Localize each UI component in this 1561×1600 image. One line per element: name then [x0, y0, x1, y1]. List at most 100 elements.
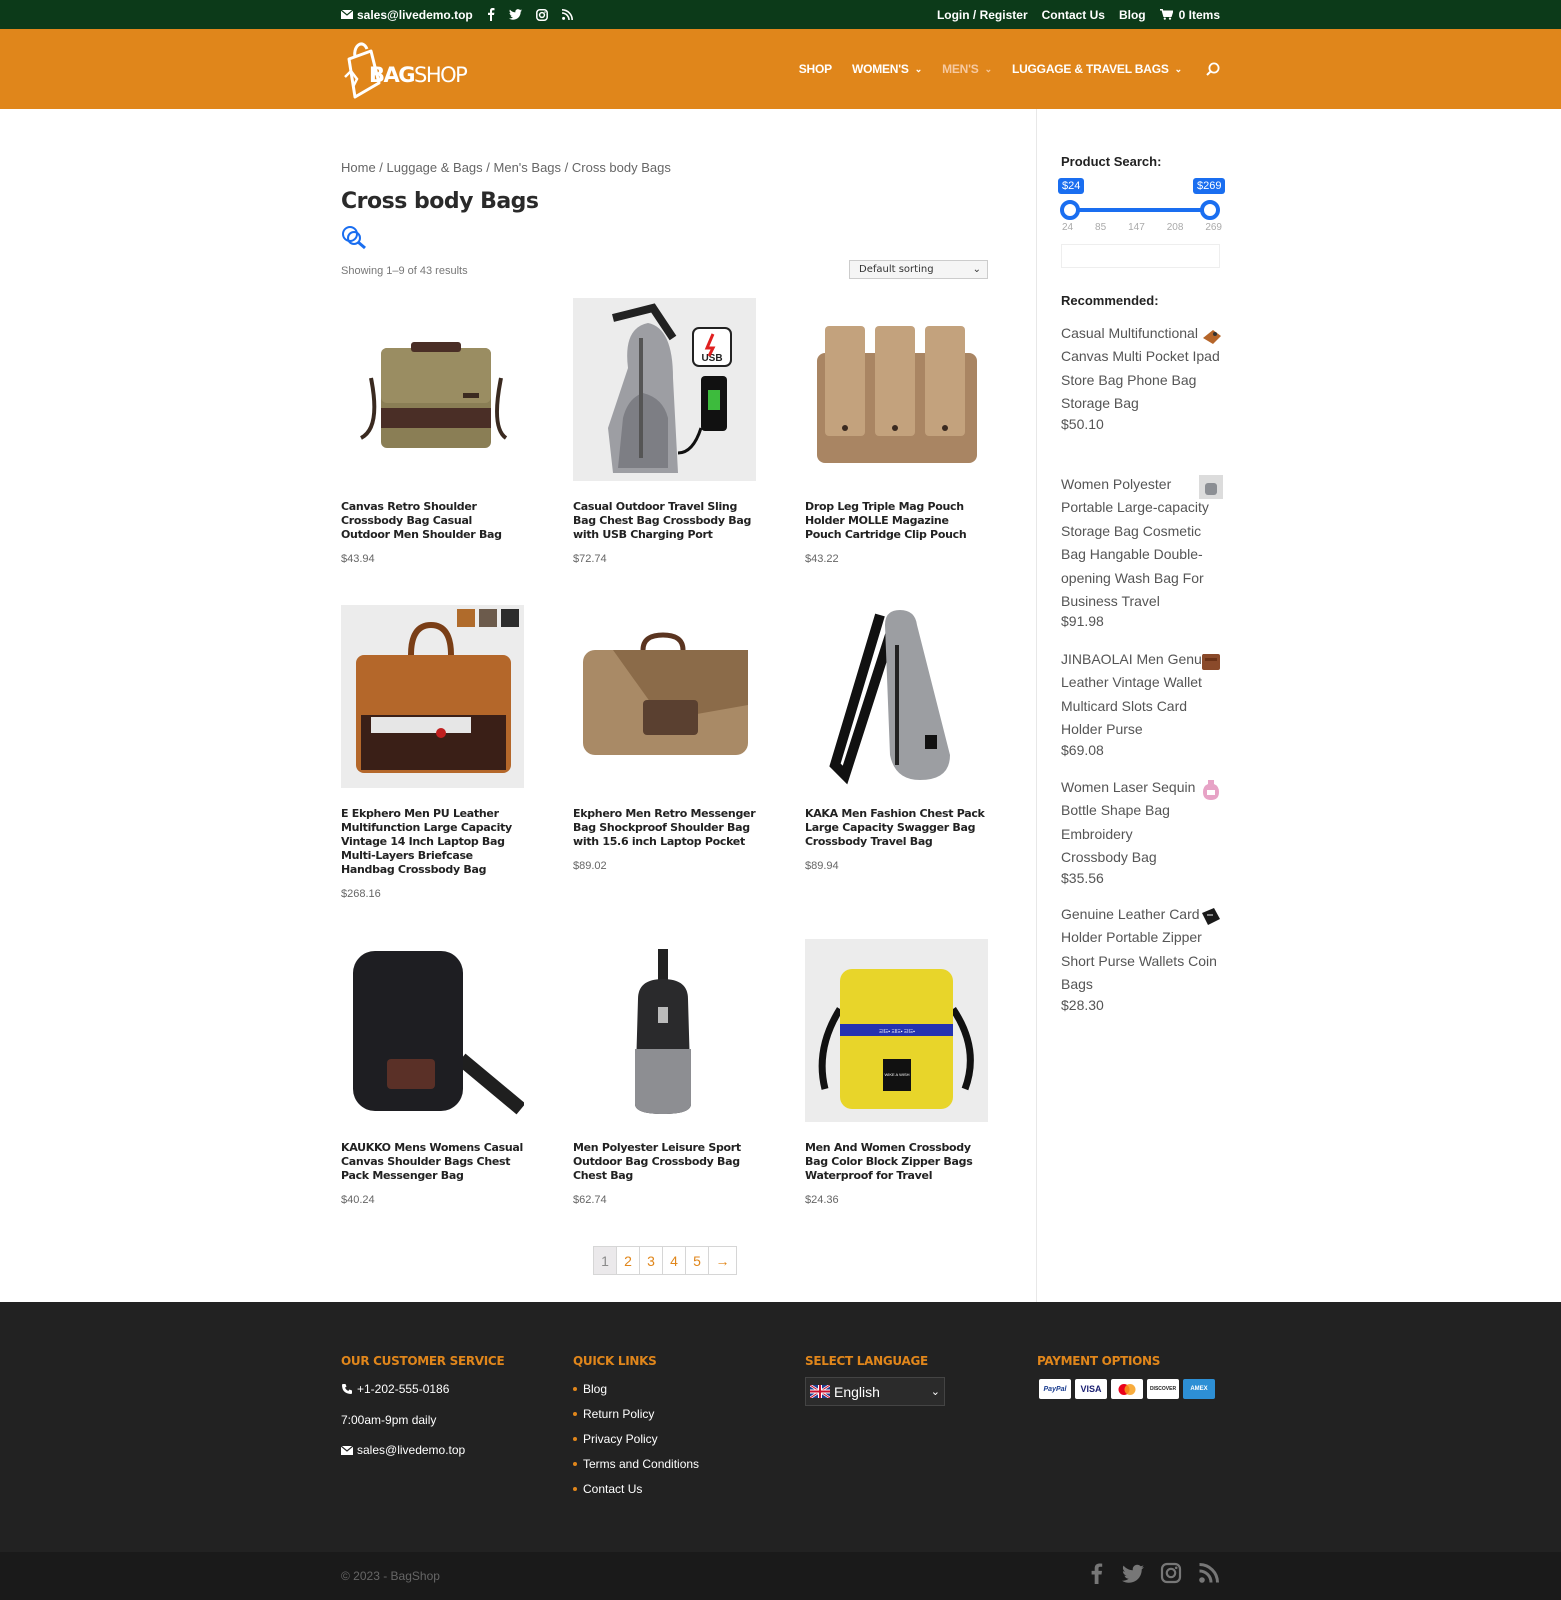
sort-select[interactable]: Default sorting ⌄	[849, 260, 988, 279]
search-icon[interactable]	[1206, 62, 1220, 76]
product-search-input[interactable]	[1061, 244, 1220, 268]
footer-email[interactable]: sales@livedemo.top	[341, 1443, 465, 1457]
bag-image	[359, 342, 508, 448]
footer-phone[interactable]: +1-202-555-0186	[341, 1382, 449, 1396]
product-card[interactable]: ΞΙΙΞ▪ ΞΙΙΞ▪ ΞΙΙΞ▪ WIKE A WISH Men And Wo…	[805, 939, 988, 1206]
rss-icon[interactable]	[561, 9, 573, 20]
magnifier-filter-icon[interactable]	[341, 225, 368, 250]
recommended-item[interactable]: Casual Multifunctional Canvas Multi Pock…	[1061, 322, 1221, 432]
product-price: $43.94	[341, 553, 375, 565]
recommended-item[interactable]: Women Polyester Portable Large-capacity …	[1061, 473, 1223, 630]
recommended-thumb[interactable]	[1199, 905, 1223, 929]
product-name[interactable]: Casual Outdoor Travel Sling Bag Chest Ba…	[573, 500, 756, 542]
product-card[interactable]: KAUKKO Mens Womens Casual Canvas Shoulde…	[341, 939, 524, 1206]
footer-link-contact[interactable]: Contact Us	[573, 1482, 642, 1496]
facebook-icon[interactable]	[487, 8, 495, 21]
footer-link-privacy-policy[interactable]: Privacy Policy	[573, 1432, 658, 1446]
product-name[interactable]: E Ekphero Men PU Leather Multifunction L…	[341, 807, 524, 877]
blog-link[interactable]: Blog	[1119, 8, 1146, 22]
sort-select-value: Default sorting	[859, 264, 934, 275]
breadcrumb-home[interactable]: Home	[341, 160, 376, 175]
bottom-bar	[0, 1552, 1561, 1600]
recommended-item[interactable]: Women Laser Sequin Bottle Shape Bag Embr…	[1061, 776, 1221, 886]
breadcrumb-luggage[interactable]: Luggage & Bags	[387, 160, 483, 175]
site-logo[interactable]: BAGSHOP	[341, 37, 468, 101]
price-slider-track[interactable]	[1069, 208, 1210, 212]
bag-image	[353, 951, 524, 1115]
bag-image	[356, 609, 519, 773]
recommended-name[interactable]: Women Laser Sequin Bottle Shape Bag Embr…	[1061, 776, 1201, 870]
rss-icon[interactable]	[1198, 1562, 1220, 1584]
recommended-price: $91.98	[1061, 613, 1104, 630]
cart-link[interactable]: 0 Items	[1159, 8, 1220, 22]
product-card[interactable]: E Ekphero Men PU Leather Multifunction L…	[341, 605, 524, 900]
product-image[interactable]	[573, 605, 756, 788]
footer-payment-title: PAYMENT OPTIONS	[1037, 1354, 1161, 1368]
product-name[interactable]: KAUKKO Mens Womens Casual Canvas Shoulde…	[341, 1141, 524, 1183]
page-4[interactable]: 4	[663, 1247, 686, 1274]
login-register-link[interactable]: Login / Register	[937, 8, 1028, 22]
product-image[interactable]	[341, 298, 524, 481]
discover-icon: DISCOVER	[1147, 1379, 1179, 1399]
product-image[interactable]	[341, 605, 524, 788]
facebook-icon[interactable]	[1086, 1562, 1108, 1584]
mastercard-icon	[1111, 1379, 1143, 1399]
product-name[interactable]: Drop Leg Triple Mag Pouch Holder MOLLE M…	[805, 500, 988, 542]
nav-luggage[interactable]: LUGGAGE & TRAVEL BAGS ⌄	[1012, 62, 1182, 76]
scale-label: 147	[1128, 222, 1145, 233]
product-image[interactable]	[341, 939, 524, 1122]
breadcrumb-current: Cross body Bags	[571, 160, 671, 175]
page-5[interactable]: 5	[686, 1247, 709, 1274]
footer-link-blog[interactable]: Blog	[573, 1382, 607, 1396]
product-image[interactable]: ΞΙΙΞ▪ ΞΙΙΞ▪ ΞΙΙΞ▪ WIKE A WISH	[805, 939, 988, 1122]
product-card[interactable]: Men Polyester Leisure Sport Outdoor Bag …	[573, 939, 756, 1206]
price-slider-min-handle[interactable]	[1060, 200, 1080, 220]
recommended-name[interactable]: JINBAOLAI Men Genuine Leather Vintage Wa…	[1061, 648, 1221, 742]
recommended-item[interactable]: JINBAOLAI Men Genuine Leather Vintage Wa…	[1061, 648, 1221, 758]
nav-womens-label: WOMEN'S	[851, 62, 909, 76]
scale-label: 24	[1062, 222, 1074, 233]
logo-text-bag: BAG	[369, 63, 416, 87]
recommended-thumb[interactable]	[1199, 778, 1223, 802]
page-1[interactable]: 1	[594, 1247, 617, 1274]
product-image[interactable]	[573, 939, 756, 1122]
instagram-icon[interactable]	[1160, 1562, 1182, 1584]
product-name[interactable]: Men Polyester Leisure Sport Outdoor Bag …	[573, 1141, 756, 1183]
product-image[interactable]	[805, 605, 988, 788]
footer-link-terms[interactable]: Terms and Conditions	[573, 1457, 699, 1471]
product-card[interactable]: KAKA Men Fashion Chest Pack Large Capaci…	[805, 605, 988, 872]
product-name[interactable]: Ekphero Men Retro Messenger Bag Shockpro…	[573, 807, 756, 849]
recommended-thumb[interactable]	[1199, 324, 1223, 348]
next-page-arrow-icon[interactable]: →	[709, 1247, 736, 1274]
product-name[interactable]: Canvas Retro Shoulder Crossbody Bag Casu…	[341, 500, 524, 542]
product-card[interactable]: Ekphero Men Retro Messenger Bag Shockpro…	[573, 605, 756, 872]
price-slider-max-handle[interactable]	[1200, 200, 1220, 220]
footer-link-return-policy[interactable]: Return Policy	[573, 1407, 654, 1421]
contact-us-link[interactable]: Contact Us	[1042, 8, 1105, 22]
twitter-icon[interactable]	[1122, 1562, 1144, 1584]
recommended-name[interactable]: Women Polyester Portable Large-capacity …	[1061, 473, 1211, 613]
page-3[interactable]: 3	[640, 1247, 663, 1274]
topbar-email-link[interactable]: sales@livedemo.top	[341, 8, 473, 22]
product-image[interactable]: USB	[573, 298, 756, 481]
twitter-icon[interactable]	[508, 9, 522, 20]
product-card[interactable]: Canvas Retro Shoulder Crossbody Bag Casu…	[341, 298, 524, 565]
product-card[interactable]: Drop Leg Triple Mag Pouch Holder MOLLE M…	[805, 298, 988, 565]
recommended-thumb[interactable]	[1199, 650, 1223, 674]
product-image[interactable]	[805, 298, 988, 481]
bullet-icon	[573, 1462, 577, 1466]
nav-shop[interactable]: SHOP	[799, 62, 832, 76]
recommended-name[interactable]: Genuine Leather Card Holder Portable Zip…	[1061, 903, 1221, 997]
product-name[interactable]: Men And Women Crossbody Bag Color Block …	[805, 1141, 988, 1183]
product-card[interactable]: USB Casual Outdoor Travel Sling Bag Ches…	[573, 298, 756, 565]
nav-womens[interactable]: WOMEN'S ⌄	[852, 62, 922, 76]
instagram-icon[interactable]	[535, 8, 548, 21]
page-2[interactable]: 2	[617, 1247, 640, 1274]
recommended-thumb[interactable]	[1199, 475, 1223, 499]
product-name[interactable]: KAKA Men Fashion Chest Pack Large Capaci…	[805, 807, 988, 849]
recommended-item[interactable]: Genuine Leather Card Holder Portable Zip…	[1061, 903, 1221, 1013]
language-select[interactable]: English ⌄	[805, 1377, 945, 1406]
nav-mens[interactable]: MEN'S ⌄	[942, 62, 992, 76]
breadcrumb-mens[interactable]: Men's Bags	[494, 160, 562, 175]
recommended-name[interactable]: Casual Multifunctional Canvas Multi Pock…	[1061, 322, 1221, 416]
